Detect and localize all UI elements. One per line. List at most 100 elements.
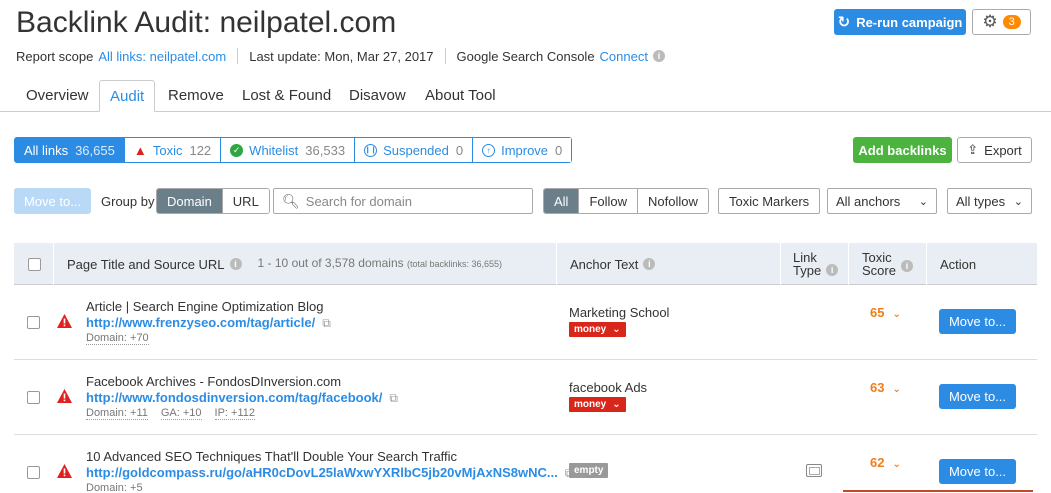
check-icon: ✓ — [230, 143, 244, 157]
gsc-label: Google Search Console — [456, 48, 595, 64]
rerun-campaign-button[interactable]: ↻ Re-run campaign — [834, 9, 966, 35]
source-url-link[interactable]: http://goldcompass.ru/go/aHR0cDovL25laWx… — [86, 465, 573, 481]
move-to-button[interactable]: Move to... — [939, 384, 1016, 409]
group-by-domain[interactable]: Domain — [157, 189, 222, 213]
export-icon: ⇪ — [967, 142, 979, 157]
link-filter-group: All links 36,655 ▲ Toxic 122 ✓ Whitelist… — [14, 137, 573, 163]
page-title-text: Facebook Archives - FondosDInversion.com — [86, 374, 342, 389]
search-input[interactable] — [305, 193, 526, 209]
toxic-markers-button[interactable]: Toxic Markers — [718, 188, 821, 214]
arrow-up-icon: ↑ — [482, 143, 496, 157]
chevron-down-icon: ⌄ — [892, 384, 901, 395]
external-link-icon[interactable]: ⧉ — [389, 391, 398, 405]
last-update: Last update: Mon, Mar 27, 2017 — [249, 48, 434, 64]
anchor-tag[interactable]: money ⌄ — [569, 397, 626, 412]
filter-suspended[interactable]: ❙❙ Suspended 0 — [354, 138, 473, 162]
chevron-down-icon: ⌄ — [892, 459, 901, 470]
header-toxic-score: Toxic Score i — [862, 243, 913, 285]
toxic-score[interactable]: 65 ⌄ — [870, 305, 901, 320]
settings-button[interactable]: ⚙ 3 — [972, 9, 1031, 35]
select-all-checkbox[interactable] — [28, 257, 41, 271]
group-by-toggle: Domain URL — [156, 188, 270, 214]
settings-badge: 3 — [1002, 15, 1021, 29]
table-row: Article | Search Engine Optimization Blo… — [14, 285, 1037, 360]
pause-icon: ❙❙ — [364, 143, 378, 157]
header-anchor-text: Anchor Text i — [570, 243, 656, 285]
row-checkbox[interactable] — [27, 391, 40, 404]
info-icon[interactable]: i — [229, 258, 242, 270]
gear-icon: ⚙ — [982, 12, 998, 31]
source-url-link[interactable]: http://www.frenzyseo.com/tag/article/⧉ — [86, 315, 331, 331]
source-url-link[interactable]: http://www.fondosdinversion.com/tag/face… — [86, 390, 398, 406]
anchor-tag-empty: empty — [569, 463, 609, 478]
domain-search: 🔍︎ — [273, 188, 533, 214]
row-meta: Domain: +5 — [86, 482, 143, 493]
filter-improve[interactable]: ↑ Improve 0 — [472, 138, 572, 162]
chevron-down-icon: ⌄ — [612, 324, 621, 335]
select-all-cell — [28, 243, 41, 285]
chevron-down-icon: ⌄ — [892, 309, 901, 320]
header-action: Action — [940, 256, 977, 272]
result-range: 1 - 10 out of 3,578 domains (total backl… — [257, 256, 503, 270]
table-header: Page Title and Source URL i 1 - 10 out o… — [14, 243, 1037, 285]
anchor-text: Marketing School — [569, 305, 670, 320]
page-title-text: 10 Advanced SEO Techniques That'll Doubl… — [86, 449, 458, 464]
tab-bar: Overview Audit Remove Lost & Found Disav… — [0, 80, 1051, 112]
toxic-score[interactable]: 62 ⌄ — [870, 455, 901, 470]
chevron-down-icon: ⌄ — [612, 399, 621, 410]
report-meta: Report scope All links: neilpatel.com La… — [16, 48, 665, 64]
scope-label: Report scope — [16, 48, 94, 64]
toxic-score[interactable]: 63 ⌄ — [870, 380, 901, 395]
anchors-select[interactable]: All anchors ⌄ — [827, 188, 937, 214]
search-icon: 🔍︎ — [282, 192, 300, 209]
tab-about-tool[interactable]: About Tool — [415, 80, 506, 112]
image-link-icon — [806, 464, 822, 477]
info-icon[interactable]: i — [900, 260, 913, 272]
tab-audit[interactable]: Audit — [99, 80, 156, 112]
info-icon[interactable]: i — [826, 264, 839, 276]
tab-lost-found[interactable]: Lost & Found — [232, 80, 341, 112]
gsc-connect-link[interactable]: Connect — [600, 49, 648, 64]
page-title-text: Article | Search Engine Optimization Blo… — [86, 299, 324, 314]
follow-filter-toggle: All Follow Nofollow — [543, 188, 709, 214]
row-meta: Domain: +70 — [86, 332, 149, 345]
move-to-button-disabled[interactable]: Move to... — [14, 188, 91, 214]
tab-disavow[interactable]: Disavow — [339, 80, 416, 112]
divider — [444, 48, 446, 64]
types-select[interactable]: All types ⌄ — [947, 188, 1032, 214]
follow-nofollow[interactable]: Nofollow — [637, 189, 708, 213]
page-title: Backlink Audit: neilpatel.com — [16, 6, 397, 39]
follow-all[interactable]: All — [544, 189, 579, 213]
anchor-text: facebook Ads — [569, 380, 648, 395]
group-by-url[interactable]: URL — [221, 189, 269, 213]
add-backlinks-button[interactable]: Add backlinks — [853, 137, 952, 163]
warning-icon — [57, 389, 72, 403]
filter-all-links[interactable]: All links 36,655 — [15, 138, 124, 162]
export-button[interactable]: ⇪ Export — [957, 137, 1032, 163]
row-meta: Domain: +11 GA: +10 IP: +112 — [86, 407, 255, 420]
warning-icon — [57, 464, 72, 478]
tab-overview[interactable]: Overview — [16, 80, 99, 112]
move-to-button[interactable]: Move to... — [939, 309, 1016, 334]
rerun-label: Re-run campaign — [856, 14, 963, 30]
chevron-down-icon: ⌄ — [918, 195, 928, 208]
filter-toxic[interactable]: ▲ Toxic 122 — [123, 138, 221, 162]
anchor-tag[interactable]: money ⌄ — [569, 322, 626, 337]
info-icon[interactable]: i — [652, 50, 665, 62]
follow-follow[interactable]: Follow — [578, 189, 638, 213]
row-checkbox[interactable] — [27, 316, 40, 329]
header-link-type: Link Type i — [793, 243, 839, 285]
tab-remove[interactable]: Remove — [158, 80, 234, 112]
row-checkbox[interactable] — [27, 466, 40, 479]
scope-link[interactable]: All links: neilpatel.com — [98, 49, 226, 64]
external-link-icon[interactable]: ⧉ — [322, 316, 331, 330]
refresh-icon: ↻ — [837, 14, 851, 31]
filter-whitelist[interactable]: ✓ Whitelist 36,533 — [220, 138, 355, 162]
warning-icon — [57, 314, 72, 328]
move-to-button[interactable]: Move to... — [939, 459, 1016, 484]
table-row: 10 Advanced SEO Techniques That'll Doubl… — [14, 435, 1037, 493]
scrollbar-hint — [843, 490, 1033, 492]
info-icon[interactable]: i — [643, 258, 656, 270]
table-row: Facebook Archives - FondosDInversion.com… — [14, 360, 1037, 435]
warning-icon: ▲ — [133, 142, 147, 158]
